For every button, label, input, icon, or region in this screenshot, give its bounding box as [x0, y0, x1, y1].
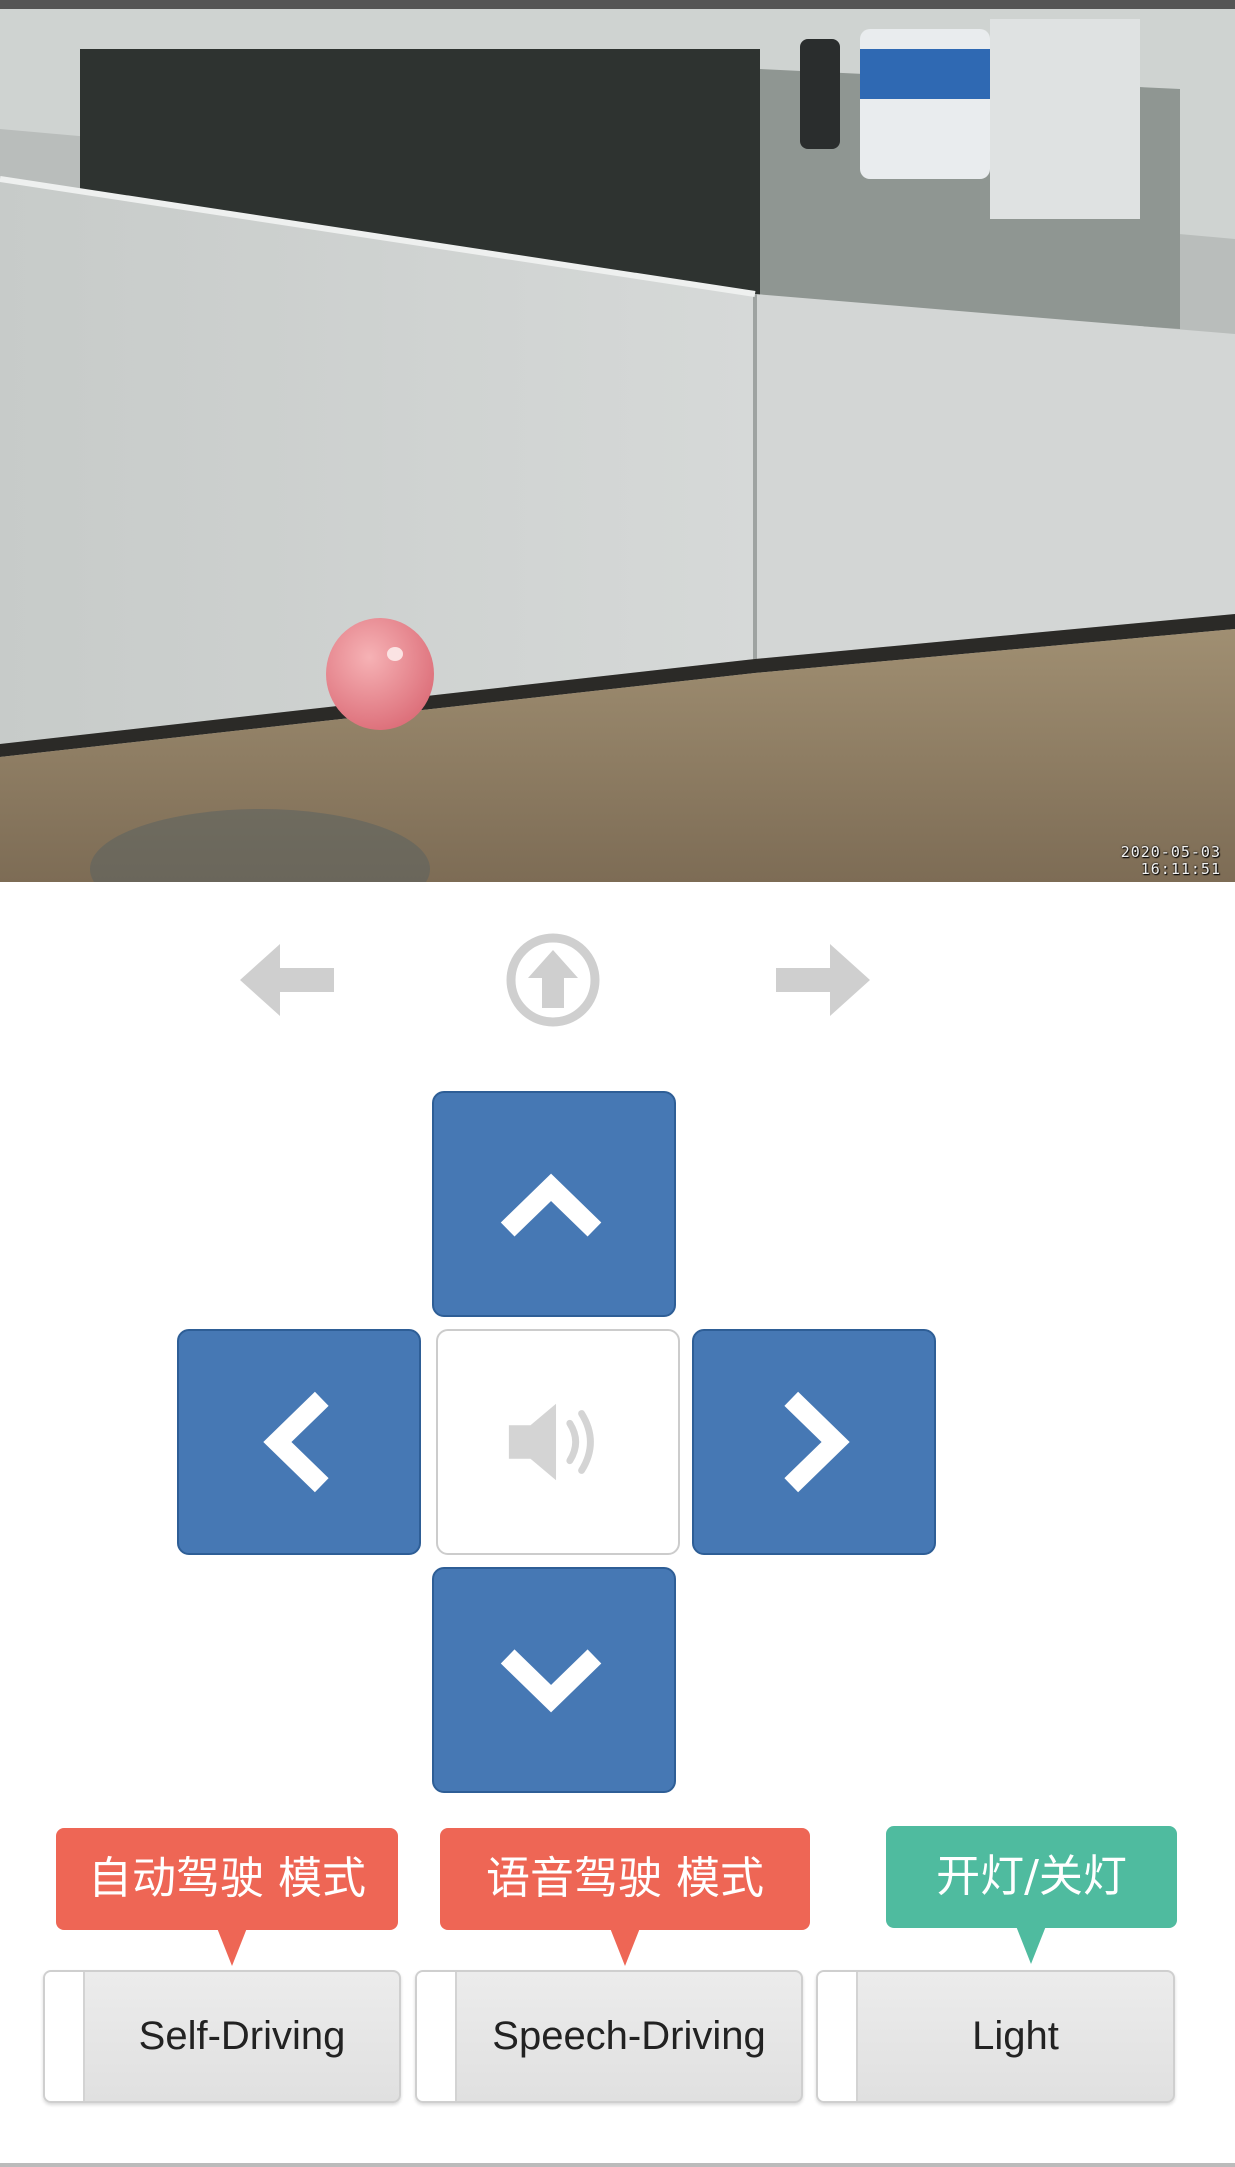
camera-timestamp: 2020-05-03 16:11:51	[1121, 844, 1221, 878]
toggle-knob[interactable]	[818, 1972, 858, 2101]
chevron-down-icon	[500, 1649, 602, 1713]
dpad-up-button[interactable]	[432, 1091, 676, 1317]
dpad-down-button[interactable]	[432, 1567, 676, 1793]
toggle-knob[interactable]	[45, 1972, 85, 2101]
timestamp-date: 2020-05-03	[1120, 843, 1221, 861]
speech-driving-tag: 语音驾驶 模式	[440, 1828, 810, 1966]
horn-button[interactable]	[436, 1329, 680, 1555]
arrow-up-circle-icon[interactable]	[498, 930, 608, 1030]
light-toggle[interactable]: Light	[816, 1970, 1175, 2103]
speech-driving-toggle[interactable]: Speech-Driving	[415, 1970, 803, 2103]
speech-driving-label: Speech-Driving	[492, 2014, 766, 2058]
speaker-icon	[508, 1403, 594, 1481]
arrow-right-icon[interactable]	[770, 930, 880, 1030]
toggle-knob[interactable]	[417, 1972, 457, 2101]
status-bar	[0, 0, 1235, 9]
chevron-up-icon	[500, 1173, 602, 1237]
dpad-right-button[interactable]	[692, 1329, 936, 1555]
chevron-left-icon	[263, 1391, 329, 1493]
dpad-left-button[interactable]	[177, 1329, 421, 1555]
arrow-left-icon[interactable]	[230, 930, 340, 1030]
light-tag: 开灯/关灯	[886, 1826, 1177, 1964]
bottom-edge	[0, 2163, 1235, 2167]
self-driving-tag: 自动驾驶 模式	[56, 1828, 398, 1966]
self-driving-label: Self-Driving	[138, 2014, 346, 2058]
self-driving-toggle[interactable]: Self-Driving	[43, 1970, 401, 2103]
light-label: Light	[972, 2014, 1059, 2058]
timestamp-time: 16:11:51	[1140, 860, 1221, 878]
camera-feed: 2020-05-03 16:11:51	[0, 9, 1235, 882]
chevron-right-icon	[784, 1391, 850, 1493]
